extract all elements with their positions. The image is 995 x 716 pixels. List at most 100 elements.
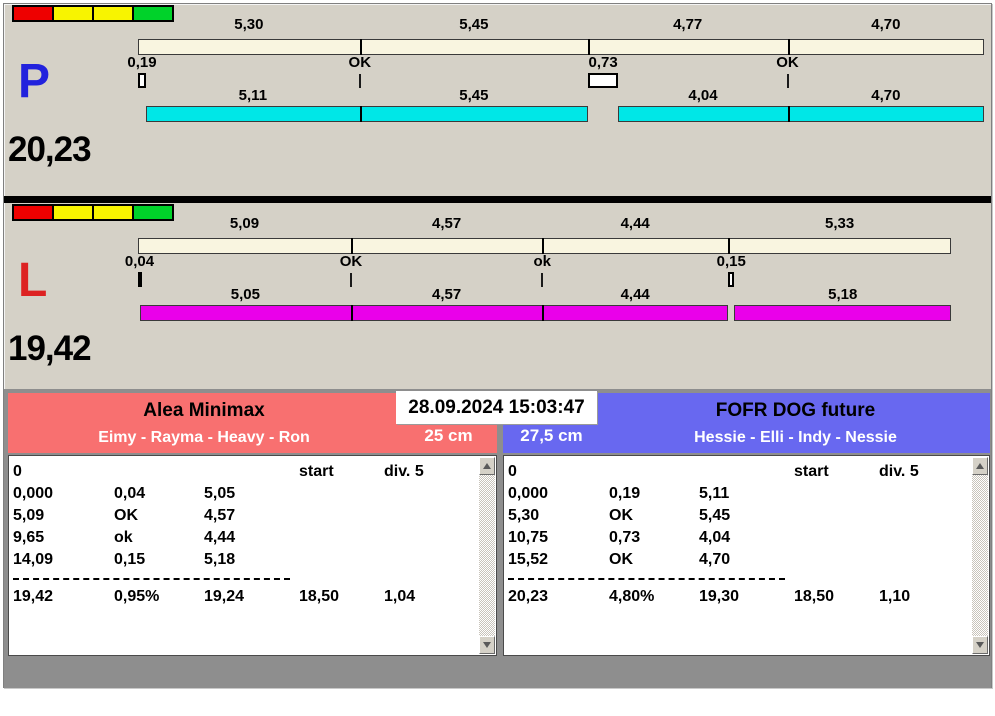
gate-mark-label: OK (776, 54, 799, 71)
gate-mark-label: ok (533, 253, 552, 270)
lane-left-course: L 19,42 5,09 4,57 4,44 5,33 0,04 OK ok 0,15 5,05 4,… (4, 203, 991, 389)
segment-divider (728, 238, 731, 254)
table-content: 0 start div. 5 0,000 0,04 5,05 5,09 OK 4,57 9,65 o… (9, 456, 478, 655)
table-cell: 0,04 (114, 485, 146, 502)
status-light (12, 5, 54, 22)
table-cell: 5,05 (204, 485, 236, 502)
table-cell: div. 5 (384, 463, 424, 480)
table-cell: 4,57 (204, 507, 236, 524)
scrollbar[interactable] (479, 457, 495, 654)
table-cell: 0,95% (114, 588, 160, 605)
gate-mark-tick (350, 273, 353, 287)
actual-segment-time: 5,18 (828, 286, 858, 303)
table-cell: 18,50 (299, 588, 340, 605)
scroll-up-button[interactable] (479, 457, 495, 475)
table-cell: 4,04 (699, 529, 731, 546)
expected-bar (138, 238, 952, 254)
expected-segment-time: 5,33 (825, 215, 855, 232)
lane-chart: 5,09 4,57 4,44 5,33 0,04 OK ok 0,15 5,05 4,57 4,44… (125, 203, 991, 389)
actual-segment-time: 4,57 (432, 286, 462, 303)
expected-segment-time: 5,45 (459, 16, 489, 33)
table-cell: div. 5 (879, 463, 919, 480)
actual-segment-time: 4,44 (620, 286, 650, 303)
expected-segment-time: 5,09 (229, 215, 260, 232)
table-content: 0 start div. 5 0,000 0,19 5,11 5,30 OK 5,45 10,75… (504, 456, 971, 655)
segment-divider (787, 106, 790, 122)
expected-segment-time: 4,57 (432, 215, 462, 232)
table-cell: 18,50 (794, 588, 835, 605)
scroll-down-button[interactable] (479, 636, 495, 654)
table-cell: 0,15 (114, 551, 146, 568)
table-cell: 14,09 (13, 551, 54, 568)
summary-separator (13, 578, 290, 580)
gate-mark-label: 0,15 (716, 253, 746, 270)
table-row: 0,000 0,04 5,05 (13, 483, 478, 505)
expected-segment-time: 5,30 (234, 16, 264, 33)
lane-total-time: 20,23 (8, 130, 92, 169)
table-cell: 0,19 (609, 485, 641, 502)
actual-segment-time: 5,45 (459, 87, 489, 104)
table-cell: 0,73 (609, 529, 641, 546)
lane-letter: L (18, 254, 48, 307)
timestamp: 28.09.2024 15:03:47 (396, 391, 597, 424)
segment-divider (542, 238, 545, 254)
segment-divider (542, 305, 545, 321)
gate-mark-label: 0,04 (124, 253, 155, 270)
table-cell: 9,65 (13, 529, 45, 546)
status-light (92, 5, 134, 22)
table-row: 10,75 0,73 4,04 (508, 527, 971, 549)
gate-mark-label: 0,19 (127, 54, 157, 71)
lane-right-course: P 20,23 5,30 5,45 4,77 4,70 0,19 OK 0,73 OK 5,11 5,… (4, 4, 991, 196)
dog-names: Eimy - Rayma - Heavy - Ron (98, 429, 310, 446)
segment-divider (351, 305, 353, 321)
table-cell: 19,30 (699, 588, 740, 605)
actual-bar (618, 106, 985, 122)
actual-bar (734, 305, 952, 321)
actual-segment-time: 4,04 (688, 87, 718, 104)
lane-chart: 5,30 5,45 4,77 4,70 0,19 OK 0,73 OK 5,11 5,45 4,04… (127, 4, 991, 196)
summary-separator (508, 578, 785, 580)
segment-divider (359, 106, 362, 122)
expected-segment-time: 4,44 (620, 215, 650, 232)
table-cell: 1,04 (384, 588, 416, 605)
table-cell: 20,23 (508, 588, 549, 605)
gate-mark-label: OK (348, 54, 372, 71)
gate-mark-tick (786, 74, 789, 88)
table-row: 14,09 0,15 5,18 (13, 549, 478, 571)
table-cell: 19,24 (204, 588, 245, 605)
gate-mark-label: OK (339, 253, 363, 270)
status-light (52, 5, 94, 22)
table-cell: 4,44 (204, 529, 236, 546)
table-cell: start (299, 463, 334, 480)
table-row: 9,65 ok 4,44 (13, 527, 478, 549)
table-summary-row: 19,42 0,95% 19,24 18,50 1,04 (13, 586, 478, 608)
table-cell: OK (609, 507, 633, 524)
table-cell: start (794, 463, 829, 480)
scroll-down-icon (483, 642, 491, 648)
table-cell: 5,11 (699, 485, 730, 502)
actual-segment-time: 5,11 (238, 87, 268, 104)
table-cell: 5,45 (699, 507, 731, 524)
table-cell: 0 (508, 463, 517, 480)
lane-letter: P (18, 55, 51, 108)
gate-delay-box (587, 73, 619, 88)
table-cell: 4,80% (609, 588, 655, 605)
results-table-left: 0 start div. 5 0,000 0,04 5,05 5,09 OK 4,57 9,65 o… (8, 455, 497, 656)
scroll-up-icon (483, 463, 491, 469)
table-cell: 5,30 (508, 507, 540, 524)
gate-mark-tick (358, 74, 361, 88)
jump-height-badge: 25 cm (424, 426, 473, 445)
scrollbar[interactable] (972, 457, 988, 654)
table-row: 0,000 0,19 5,11 (508, 483, 971, 505)
table-row: 5,30 OK 5,45 (508, 505, 971, 527)
segment-divider (587, 39, 590, 55)
scroll-up-button[interactable] (972, 457, 988, 475)
table-cell: 5,18 (204, 551, 236, 568)
table-row: 15,52 OK 4,70 (508, 549, 971, 571)
table-header-row: 0 start div. 5 (13, 461, 478, 483)
table-cell: 5,09 (13, 507, 45, 524)
table-cell: 0,000 (13, 485, 54, 502)
scroll-down-button[interactable] (972, 636, 988, 654)
scroll-up-icon (976, 463, 984, 469)
status-light (52, 204, 94, 221)
